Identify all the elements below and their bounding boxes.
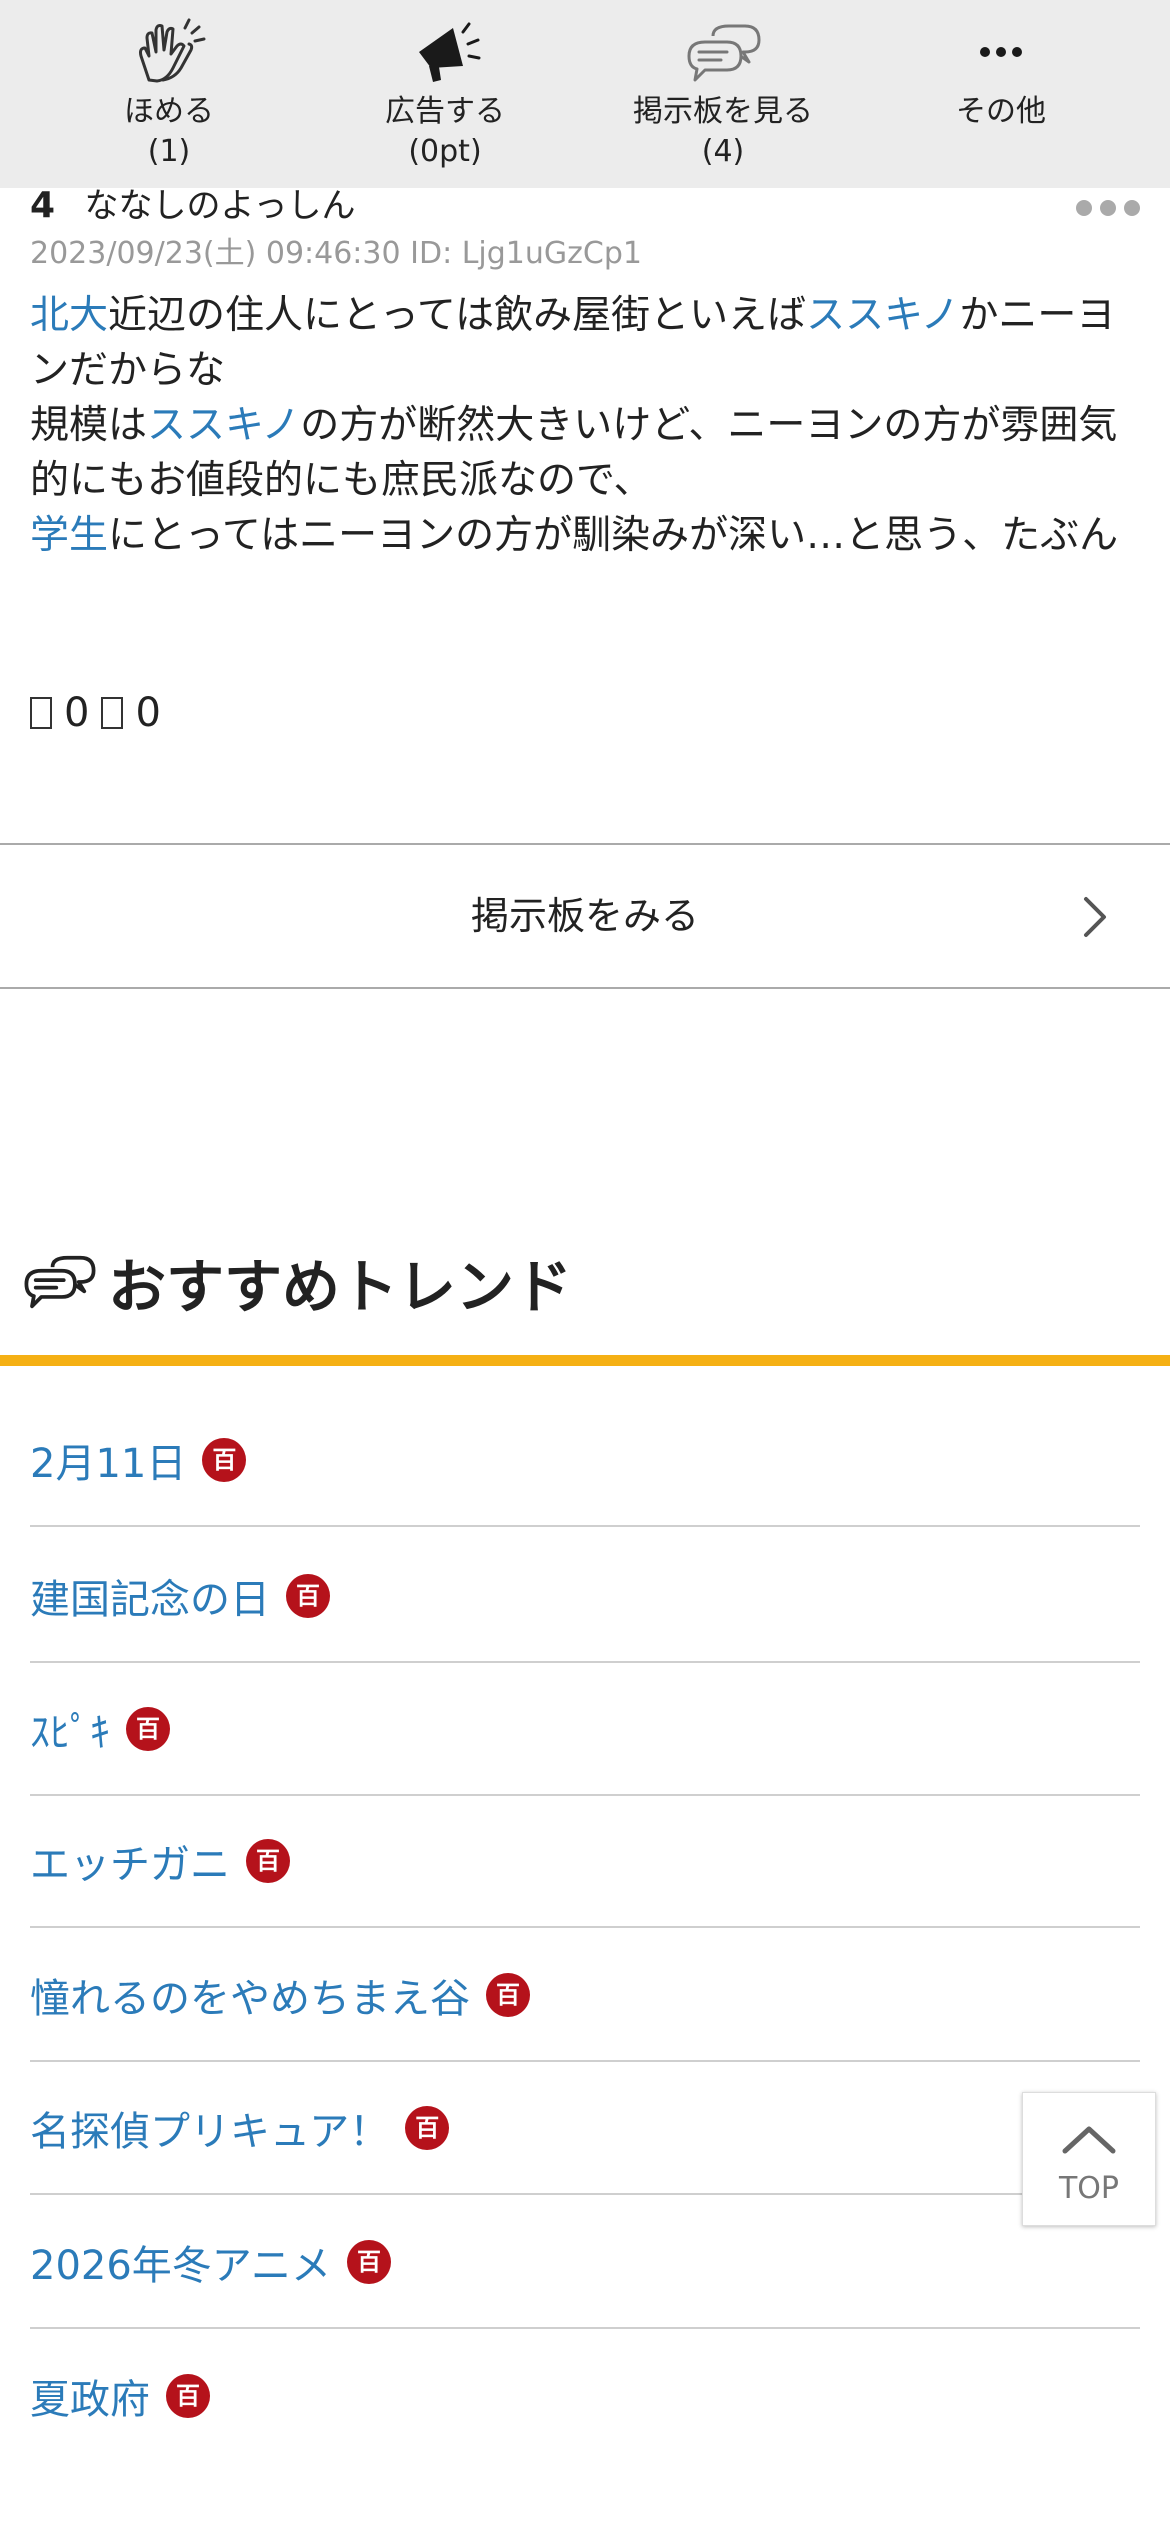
trend-item[interactable]: 憧れるのをやめちまえ谷 百 — [30, 1930, 1140, 2062]
encyclopedia-badge-icon: 百 — [347, 2240, 391, 2284]
trend-item-label: 夏政府 — [30, 2377, 150, 2423]
trend-item-label: エッチガニ — [30, 1842, 230, 1888]
trend-item-label: 2026年冬アニメ — [30, 2243, 331, 2289]
encyclopedia-badge-icon: 百 — [126, 1707, 170, 1751]
post-meta: 2023/09/23(土) 09:46:30 ID: Ljg1uGzCp1 — [30, 236, 642, 271]
encyclopedia-badge-icon: 百 — [202, 1438, 247, 1482]
trend-item[interactable]: 2月11日 百 — [30, 1395, 1140, 1527]
trend-item[interactable]: 夏政府 百 — [30, 2330, 1140, 2462]
link-susukino[interactable]: ススキノ — [806, 293, 959, 338]
chevron-right-icon — [1084, 897, 1106, 937]
clapping-hands-icon — [139, 18, 206, 83]
advertise-label: 広告する — [385, 94, 505, 129]
action-bar: ほめる (1) 広告する (0pt) 掲示板を見る (4) その他 — [0, 0, 1170, 188]
bad-vote-icon[interactable] — [101, 697, 124, 729]
post-header: 4 ななしのよっしん — [30, 178, 356, 226]
dot-icon — [1076, 200, 1092, 216]
dot-icon — [1124, 200, 1140, 216]
good-vote-icon[interactable] — [30, 697, 52, 729]
trend-item[interactable]: 2026年冬アニメ 百 — [30, 2197, 1140, 2329]
trend-item-label: 建国記念の日 — [30, 1577, 270, 1623]
view-board-button[interactable]: 掲示板を見る (4) — [584, 0, 862, 188]
poster-name: ななしのよっしん — [84, 186, 356, 226]
trends-header: おすすめトレンド — [22, 1242, 572, 1322]
link-susukino[interactable]: ススキノ — [147, 403, 300, 448]
other-button[interactable]: その他 — [862, 0, 1140, 188]
praise-button[interactable]: ほめる (1) — [30, 0, 308, 188]
praise-count: (1) — [147, 134, 191, 169]
trend-item[interactable]: ｽﾋﾟｷ 百 — [30, 1664, 1140, 1796]
view-board-label: 掲示板を見る — [633, 94, 813, 129]
speech-bubbles-icon — [687, 24, 761, 82]
chevron-up-icon — [1062, 2126, 1116, 2154]
trends-title: おすすめトレンド — [108, 1253, 573, 1321]
trend-item-label: 憧れるのをやめちまえ谷 — [30, 1976, 470, 2022]
trend-item[interactable]: 建国記念の日 百 — [30, 1531, 1140, 1663]
back-to-top-button[interactable]: TOP — [1022, 2092, 1156, 2226]
encyclopedia-badge-icon: 百 — [405, 2106, 450, 2150]
encyclopedia-badge-icon: 百 — [286, 1574, 330, 1618]
ellipsis-icon — [980, 47, 1022, 57]
trend-item[interactable]: 名探偵プリキュア！ 百 — [30, 2063, 1140, 2195]
advertise-count: (0pt) — [408, 134, 482, 169]
trend-item-label: 名探偵プリキュア！ — [30, 2109, 390, 2155]
view-board-link[interactable]: 掲示板をみる — [0, 843, 1170, 989]
post-body: 北大近辺の住人にとっては飲み屋街といえばススキノかニーヨンだからな 規模はススキノ… — [30, 288, 1140, 563]
trend-item-label: ｽﾋﾟｷ — [30, 1710, 110, 1756]
post-text: 近辺の住人にとっては飲み屋街といえば — [108, 293, 807, 338]
view-board-count: (4) — [701, 134, 745, 169]
link-gakusei[interactable]: 学生 — [30, 513, 108, 558]
trends-divider — [0, 1355, 1170, 1366]
bad-count: 0 — [135, 690, 161, 736]
good-count: 0 — [64, 690, 90, 736]
encyclopedia-badge-icon: 百 — [166, 2374, 210, 2418]
megaphone-icon — [419, 22, 481, 82]
trend-item-label: 2月11日 — [30, 1441, 187, 1487]
link-hokudai[interactable]: 北大 — [30, 293, 108, 338]
post-number: 4 — [30, 185, 56, 226]
vote-area: 0 0 — [30, 690, 161, 736]
dot-icon — [1100, 200, 1116, 216]
post-menu-button[interactable] — [1076, 198, 1140, 218]
back-to-top-label: TOP — [1058, 2171, 1120, 2206]
other-label: その他 — [956, 94, 1046, 129]
encyclopedia-badge-icon: 百 — [486, 1973, 530, 2017]
post-text: にとってはニーヨンの方が馴染みが深い…と思う、たぶん — [108, 513, 1119, 558]
view-board-link-label: 掲示板をみる — [470, 894, 699, 938]
post-text: 規模は — [30, 403, 148, 448]
speech-bubbles-icon — [24, 1255, 96, 1309]
praise-label: ほめる — [124, 94, 214, 129]
encyclopedia-badge-icon: 百 — [246, 1839, 290, 1883]
trend-item[interactable]: エッチガニ 百 — [30, 1796, 1140, 1928]
advertise-button[interactable]: 広告する (0pt) — [306, 0, 584, 188]
